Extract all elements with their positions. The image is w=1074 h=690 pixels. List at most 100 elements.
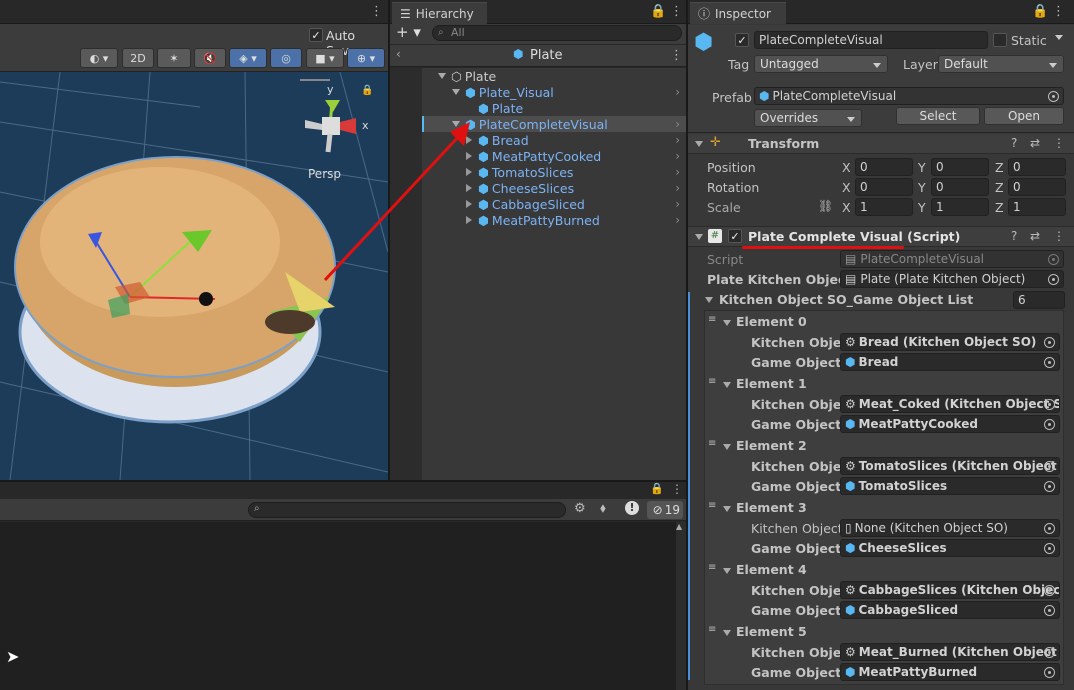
preset-icon[interactable]: ⇄ (1030, 136, 1040, 150)
burger-model[interactable] (14, 156, 336, 424)
hierarchy-tab[interactable]: ☰ Hierarchy (392, 2, 487, 24)
lighting-toggle-button[interactable]: ✶ (157, 48, 191, 68)
object-name-field[interactable]: PlateCompleteVisual (754, 31, 988, 49)
script-enabled-checkbox[interactable]: ✓ (728, 229, 742, 243)
kitchen-object-field[interactable]: ▯ None (Kitchen Object SO) (840, 519, 1060, 537)
hierarchy-item-bread[interactable]: ⬢ Bread › (466, 132, 686, 148)
collapse-arrow-icon[interactable] (723, 382, 731, 388)
object-picker-icon[interactable] (1044, 605, 1055, 616)
hidden-count-toggle[interactable]: ⊘ 19 (647, 501, 683, 519)
console-search-input[interactable]: ⌕ (248, 502, 566, 518)
help-icon[interactable]: ? (1011, 136, 1017, 150)
list-size-field[interactable]: 6 (1013, 291, 1065, 309)
chevron-right-icon[interactable]: › (675, 117, 680, 131)
drag-handle-icon[interactable]: ≡ (708, 314, 716, 325)
hierarchy-item-tomatoslices[interactable]: ⬢ TomatoSlices › (466, 164, 686, 180)
active-checkbox[interactable]: ✓ (735, 33, 749, 47)
scale-x-field[interactable]: 1 (855, 198, 913, 216)
link-icon[interactable]: ⛓ (818, 199, 833, 213)
scroll-up-icon[interactable]: ▲ (676, 522, 682, 531)
inspector-tab[interactable]: ⓘ Inspector (690, 2, 786, 24)
back-arrow-icon[interactable]: ‹ (396, 47, 401, 61)
warning-icon[interactable]: ! (625, 501, 639, 515)
position-z-field[interactable]: 0 (1008, 158, 1066, 176)
hidden-objects-toggle-button[interactable]: ◎ (270, 48, 302, 68)
hierarchy-item-plate[interactable]: ⬢ Plate (478, 100, 686, 116)
hierarchy-item-cabbagesliced[interactable]: ⬢ CabbageSliced › (466, 196, 686, 212)
chevron-right-icon[interactable]: › (675, 197, 680, 211)
auto-save-checkbox[interactable]: ✓ (309, 28, 323, 42)
static-dropdown-icon[interactable] (1055, 35, 1063, 40)
object-picker-icon[interactable] (1044, 337, 1055, 348)
kitchen-object-field[interactable]: ⚙ CabbageSlices (Kitchen Object (840, 581, 1060, 599)
hierarchy-item-meatpattycooked[interactable]: ⬢ MeatPattyCooked › (466, 148, 686, 164)
object-picker-icon[interactable] (1044, 481, 1055, 492)
layer-dropdown[interactable]: Default (938, 55, 1064, 73)
shading-mode-button[interactable]: ◐ ▾ (80, 48, 118, 68)
kitchen-object-field[interactable]: ⚙ Meat_Burned (Kitchen Object S (840, 643, 1060, 661)
component-menu-icon[interactable]: ⋮ (1053, 136, 1065, 150)
game-object-field[interactable]: ⬢ MeatPattyBurned (840, 663, 1060, 681)
drag-handle-icon[interactable]: ≡ (708, 376, 716, 387)
drag-handle-icon[interactable]: ≡ (708, 562, 716, 573)
kitchen-object-field[interactable]: ⚙ Bread (Kitchen Object SO) (840, 333, 1060, 351)
console-menu-icon[interactable]: ⋮ (671, 482, 683, 496)
create-button[interactable]: + ▾ (396, 23, 421, 41)
game-object-field[interactable]: ⬢ CabbageSliced (840, 601, 1060, 619)
hierarchy-item-meatpattyburned[interactable]: ⬢ MeatPattyBurned › (466, 212, 686, 228)
hierarchy-search-input[interactable]: ⌕ All (432, 25, 682, 41)
expand-arrow-icon[interactable] (438, 73, 446, 79)
rotation-z-field[interactable]: 0 (1008, 178, 1066, 196)
game-object-field[interactable]: ⬢ TomatoSlices (840, 477, 1060, 495)
preset-icon[interactable]: ⇄ (1030, 229, 1040, 243)
object-picker-icon[interactable] (1048, 91, 1059, 102)
object-picker-icon[interactable] (1044, 357, 1055, 368)
hierarchy-item-plate-root[interactable]: ⬡ Plate (438, 68, 686, 84)
audio-toggle-button[interactable]: 🔇 (194, 48, 226, 68)
game-object-field[interactable]: ⬢ Bread (840, 353, 1060, 371)
inspector-menu-icon[interactable]: ⋮ (1052, 4, 1065, 19)
hierarchy-item-plate-visual[interactable]: ⬢ Plate_Visual › (452, 84, 686, 100)
hierarchy-menu-icon[interactable]: ⋮ (670, 4, 683, 19)
collapse-arrow-icon[interactable] (723, 506, 731, 512)
collapse-arrow-icon[interactable] (723, 444, 731, 450)
chevron-right-icon[interactable]: › (675, 85, 680, 99)
open-button[interactable]: Open (984, 107, 1064, 125)
camera-settings-button[interactable]: ■ ▾ (306, 48, 344, 68)
rotation-y-field[interactable]: 0 (931, 178, 989, 196)
lock-icon[interactable]: 🔒 (650, 4, 666, 19)
chevron-right-icon[interactable]: › (675, 149, 680, 163)
component-menu-icon[interactable]: ⋮ (1053, 229, 1065, 243)
collapse-arrow-icon[interactable] (695, 234, 703, 240)
object-picker-icon[interactable] (1044, 419, 1055, 430)
gizmos-button[interactable]: ⊕ ▾ (347, 48, 385, 68)
collapse-arrow-icon[interactable] (723, 630, 731, 636)
static-checkbox[interactable] (993, 33, 1007, 47)
filter-icon[interactable]: ⚙ (574, 501, 586, 516)
drag-handle-icon[interactable]: ≡ (708, 500, 716, 511)
rotation-x-field[interactable]: 0 (855, 178, 913, 196)
object-picker-icon[interactable] (1044, 667, 1055, 678)
object-picker-icon[interactable] (1048, 274, 1059, 285)
help-icon[interactable]: ? (1011, 229, 1017, 243)
plate-kitchen-object-field[interactable]: ▤ Plate (Plate Kitchen Object) (840, 270, 1064, 288)
chevron-right-icon[interactable]: › (675, 165, 680, 179)
collapse-arrow-icon[interactable] (705, 297, 713, 303)
object-picker-icon[interactable] (1044, 647, 1055, 658)
drag-handle-icon[interactable]: ≡ (708, 624, 716, 635)
chevron-right-icon[interactable]: › (675, 213, 680, 227)
overrides-dropdown[interactable]: Overrides (754, 109, 862, 127)
breadcrumb-menu-icon[interactable]: ⋮ (670, 48, 683, 63)
position-x-field[interactable]: 0 (855, 158, 913, 176)
console-scrollbar[interactable] (676, 522, 686, 690)
console-log-area[interactable] (0, 522, 676, 690)
lock-icon[interactable]: 🔒 (1032, 4, 1048, 19)
game-object-field[interactable]: ⬢ CheeseSlices (840, 539, 1060, 557)
object-picker-icon[interactable] (1044, 543, 1055, 554)
collapse-arrow-icon[interactable] (723, 320, 731, 326)
effects-toggle-button[interactable]: ◈ ▾ (229, 48, 267, 68)
scale-y-field[interactable]: 1 (931, 198, 989, 216)
object-picker-icon[interactable] (1044, 461, 1055, 472)
lock-icon[interactable]: 🔒 (650, 482, 664, 495)
lock-icon[interactable]: 🔒 (361, 84, 373, 96)
